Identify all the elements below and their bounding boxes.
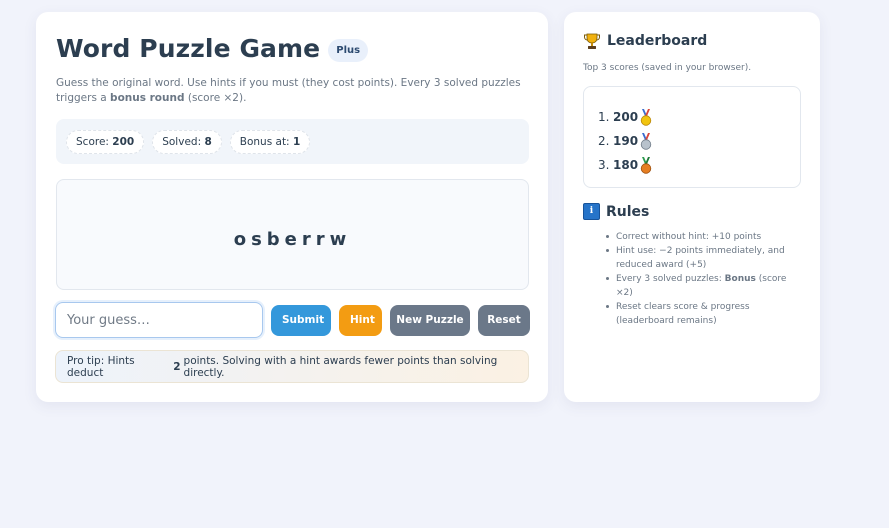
solved-label: Solved: — [162, 135, 202, 148]
description-bold: bonus round — [110, 92, 185, 104]
scrambled-word: osberrw — [233, 229, 352, 250]
solved-pill: Solved: 8 — [152, 129, 222, 154]
scrambled-word-box: osberrw — [56, 179, 529, 290]
tip-points: 2 — [173, 360, 181, 373]
rules-heading: i Rules — [583, 203, 649, 220]
leaderboard-rank: 2. — [598, 134, 610, 148]
tip-prefix: Pro tip: Hints deduct — [67, 354, 135, 379]
sidebar-card: Leaderboard Top 3 scores (saved in your … — [564, 12, 820, 402]
hint-button[interactable]: Hint — [339, 304, 382, 336]
rule-item: Every 3 solved puzzles: Bonus (score ×2) — [606, 272, 806, 300]
game-card: Word Puzzle Game Plus Guess the original… — [36, 12, 548, 402]
pro-tip: Pro tip: Hints deduct 2 points. Solving … — [55, 350, 529, 383]
leaderboard-score: 200 — [613, 110, 639, 124]
bronze-medal-icon — [640, 156, 652, 174]
rules-list: Correct without hint: +10 points Hint us… — [606, 230, 806, 328]
rule-item: Hint use: −2 points immediately, and red… — [606, 244, 806, 272]
silver-medal-icon — [640, 132, 652, 150]
tip-suffix: points. Solving with a hint awards fewer… — [183, 354, 498, 379]
info-icon: i — [583, 203, 600, 220]
leaderboard-entry: 1. 200 — [598, 105, 800, 129]
leaderboard-heading: Leaderboard — [583, 32, 707, 50]
trophy-icon — [584, 33, 600, 49]
guess-controls: Submit Hint New Puzzle Reset — [55, 302, 530, 338]
solved-value: 8 — [204, 135, 212, 148]
score-value: 200 — [112, 135, 135, 148]
leaderboard-entry: 2. 190 — [598, 129, 800, 153]
leaderboard-score: 190 — [613, 134, 639, 148]
rules-title: Rules — [606, 203, 650, 220]
new-puzzle-button[interactable]: New Puzzle — [390, 304, 470, 336]
game-description: Guess the original word. Use hints if yo… — [56, 76, 536, 106]
description-text-end: (score ×2). — [187, 92, 247, 104]
plus-badge: Plus — [328, 39, 369, 62]
leaderboard-list: 1. 200 2. 190 3. 180 — [583, 86, 801, 188]
gold-medal-icon — [640, 108, 652, 126]
leaderboard-title: Leaderboard — [607, 33, 708, 49]
leaderboard-score: 180 — [613, 158, 639, 172]
reset-button[interactable]: Reset — [478, 304, 530, 336]
rule-item: Reset clears score & progress (leaderboa… — [606, 300, 806, 328]
bonus-label: Bonus at: — [239, 135, 290, 148]
leaderboard-entry: 3. 180 — [598, 153, 800, 177]
submit-button[interactable]: Submit — [271, 304, 331, 336]
rule-bold: Bonus — [724, 274, 756, 284]
page-title: Word Puzzle Game — [56, 34, 321, 63]
score-label: Score: — [76, 135, 109, 148]
rule-item: Correct without hint: +10 points — [606, 230, 806, 244]
rule-text: Every 3 solved puzzles: — [616, 274, 722, 284]
leaderboard-rank: 3. — [598, 158, 610, 172]
score-pill: Score: 200 — [66, 129, 145, 154]
leaderboard-subtitle: Top 3 scores (saved in your browser). — [583, 63, 752, 73]
bonus-pill: Bonus at: 1 — [229, 129, 311, 154]
guess-input[interactable] — [55, 302, 263, 338]
leaderboard-rank: 1. — [598, 110, 610, 124]
bonus-value: 1 — [292, 135, 301, 148]
stats-panel: Score: 200 Solved: 8 Bonus at: 1 — [56, 119, 529, 164]
title-row: Word Puzzle Game Plus — [56, 34, 369, 63]
